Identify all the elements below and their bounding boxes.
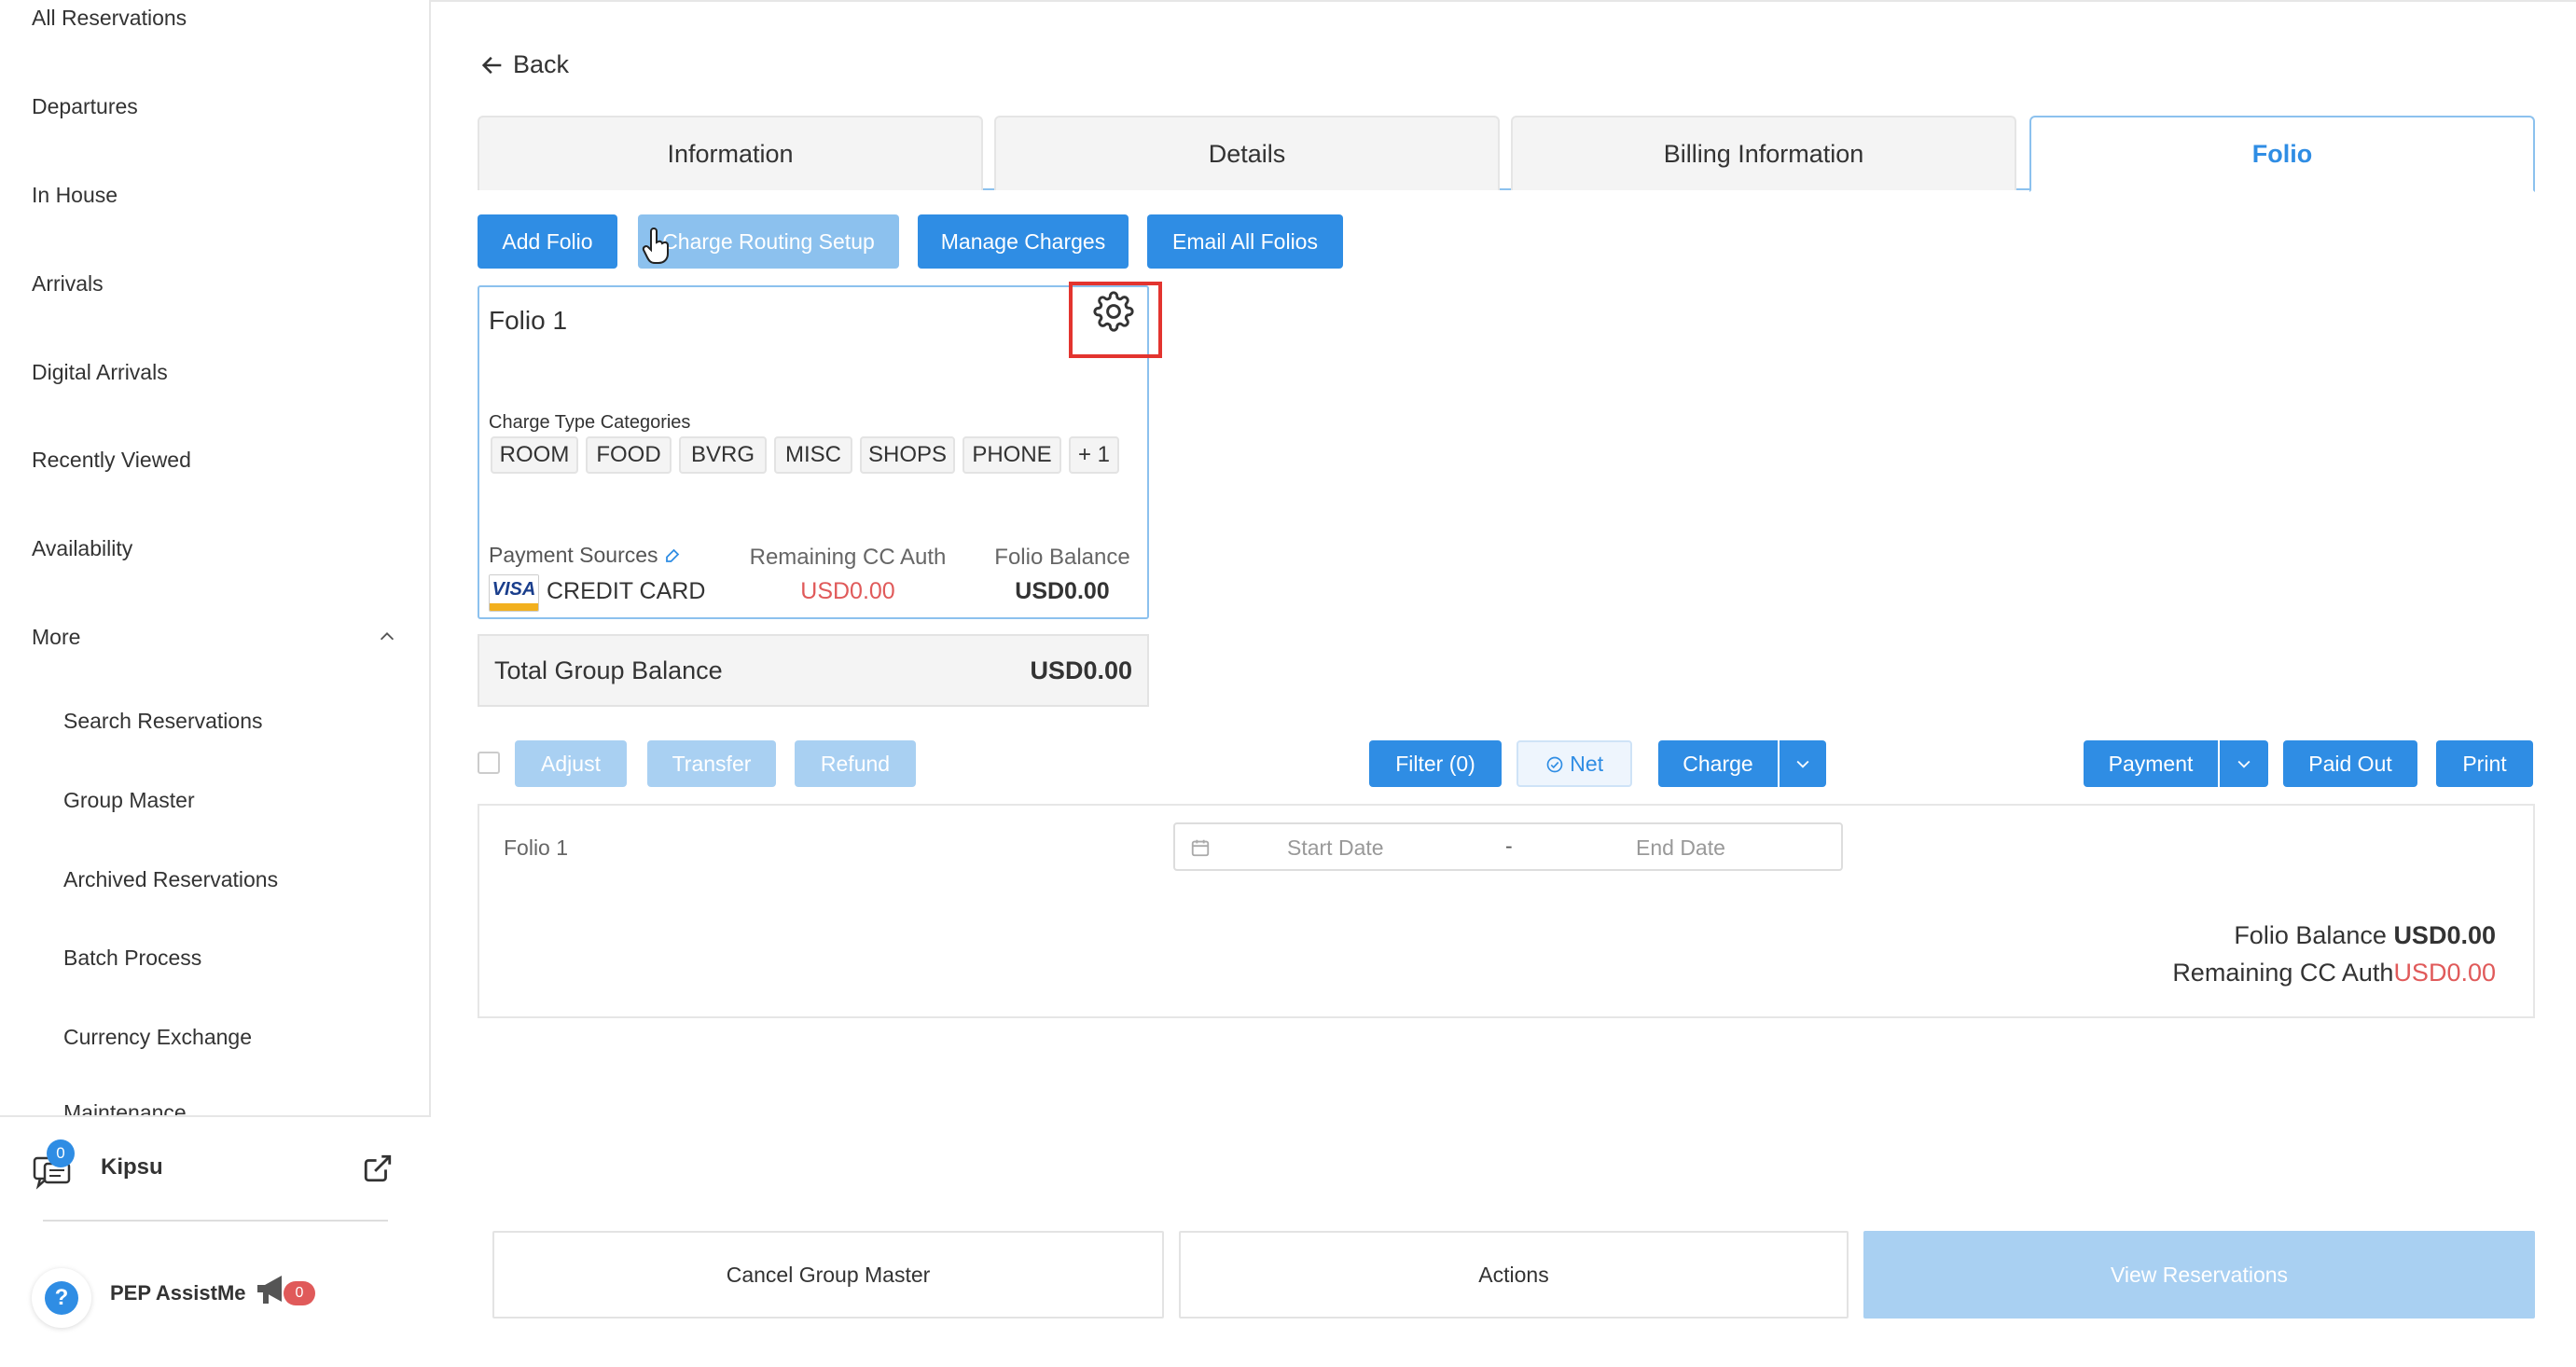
sidebar-item-all-reservations[interactable]: All Reservations	[32, 6, 187, 31]
net-label: Net	[1570, 752, 1604, 776]
paid-out-button[interactable]: Paid Out	[2283, 740, 2417, 787]
hand-pointer-icon	[642, 228, 669, 264]
sidebar-footer: 0 Kipsu ? PEP AssistMe 0	[0, 1115, 431, 1367]
back-label: Back	[513, 50, 570, 78]
end-date-input[interactable]: End Date	[1636, 835, 1725, 861]
add-folio-button[interactable]: Add Folio	[478, 214, 617, 269]
pep-assistme-label[interactable]: PEP AssistMe	[110, 1281, 246, 1305]
panel-folio-label: Folio 1	[504, 835, 569, 860]
net-toggle[interactable]: Net	[1517, 740, 1632, 787]
sidebar-item-recently-viewed[interactable]: Recently Viewed	[32, 448, 191, 473]
payment-dropdown[interactable]	[2218, 740, 2268, 787]
sidebar-item-availability[interactable]: Availability	[32, 536, 132, 561]
sidebar-item-batch-process[interactable]: Batch Process	[63, 946, 201, 971]
filter-button[interactable]: Filter (0)	[1369, 740, 1502, 787]
tab-folio[interactable]: Folio	[2029, 116, 2535, 192]
sidebar-item-archived-reservations[interactable]: Archived Reservations	[63, 867, 278, 892]
arrow-left-icon	[481, 56, 502, 74]
remaining-cc-auth-label: Remaining CC Auth	[749, 545, 947, 570]
print-button[interactable]: Print	[2436, 740, 2533, 787]
credit-card-label: CREDIT CARD	[547, 578, 706, 604]
select-all-checkbox[interactable]	[478, 752, 500, 774]
chip-bvrg: BVRG	[679, 436, 767, 474]
total-group-balance-value: USD0.00	[1030, 656, 1132, 684]
sidebar-item-in-house[interactable]: In House	[32, 183, 118, 208]
sidebar-item-arrivals[interactable]: Arrivals	[32, 271, 104, 297]
folio-detail-panel: Folio 1 Start Date - End Date Folio Bala…	[478, 804, 2535, 1018]
visa-card-icon: VISA	[489, 574, 539, 612]
charge-dropdown[interactable]	[1778, 740, 1826, 787]
total-group-balance: Total Group Balance USD0.00	[478, 634, 1149, 707]
adjust-button[interactable]: Adjust	[515, 740, 627, 787]
folio-balance-label: Folio Balance	[994, 545, 1130, 570]
sidebar-item-departures[interactable]: Departures	[32, 94, 138, 119]
chip-phone: PHONE	[963, 436, 1061, 474]
visa-logo-text: VISA	[490, 575, 538, 603]
tab-details[interactable]: Details	[994, 116, 1500, 190]
tab-billing-information[interactable]: Billing Information	[1511, 116, 2016, 190]
sidebar-item-digital-arrivals[interactable]: Digital Arrivals	[32, 360, 168, 385]
actions-button[interactable]: Actions	[1179, 1231, 1849, 1319]
panel-remaining-cc-auth: Remaining CC AuthUSD0.00	[2172, 959, 2496, 987]
total-group-balance-label: Total Group Balance	[494, 656, 723, 684]
calendar-icon	[1191, 839, 1210, 857]
remaining-cc-auth-value: USD0.00	[800, 578, 895, 604]
panel-remaining-value: USD0.00	[2393, 959, 2496, 987]
external-link-icon[interactable]	[362, 1153, 394, 1184]
tab-information[interactable]: Information	[478, 116, 983, 190]
start-date-input[interactable]: Start Date	[1287, 835, 1384, 861]
top-border	[431, 0, 2576, 2]
charge-routing-setup-button[interactable]: Charge Routing Setup	[638, 214, 899, 269]
view-reservations-button[interactable]: View Reservations	[1863, 1231, 2535, 1319]
help-button[interactable]: ?	[32, 1268, 91, 1328]
date-separator: -	[1505, 834, 1513, 858]
chip-food: FOOD	[586, 436, 672, 474]
folio-title: Folio 1	[489, 306, 568, 335]
email-all-folios-button[interactable]: Email All Folios	[1147, 214, 1343, 269]
chevron-down-icon	[2237, 760, 2251, 768]
back-link[interactable]: Back	[479, 50, 569, 79]
gear-icon[interactable]	[1093, 291, 1134, 332]
visa-stripe	[490, 603, 538, 611]
sidebar-item-group-master[interactable]: Group Master	[63, 788, 195, 813]
sidebar: All Reservations Departures In House Arr…	[0, 0, 431, 1367]
sidebar-item-more[interactable]: More	[32, 625, 80, 650]
payment-button[interactable]: Payment	[2084, 740, 2218, 787]
cancel-group-master-button[interactable]: Cancel Group Master	[492, 1231, 1164, 1319]
date-range-picker[interactable]: Start Date - End Date	[1173, 822, 1843, 871]
charge-button[interactable]: Charge	[1658, 740, 1778, 787]
help-icon: ?	[45, 1281, 78, 1315]
kipsu-count-badge: 0	[47, 1139, 75, 1167]
edit-icon[interactable]	[664, 547, 681, 564]
folio-balance-value: USD0.00	[1015, 578, 1110, 604]
chip-shops: SHOPS	[860, 436, 955, 474]
chip-more-count[interactable]: + 1	[1069, 436, 1119, 474]
manage-charges-button[interactable]: Manage Charges	[918, 214, 1129, 269]
transfer-button[interactable]: Transfer	[647, 740, 776, 787]
sidebar-item-currency-exchange[interactable]: Currency Exchange	[63, 1025, 252, 1050]
check-circle-icon	[1546, 756, 1563, 773]
sidebar-divider	[43, 1220, 388, 1222]
chevron-down-icon	[1796, 760, 1809, 768]
pep-count-badge: 0	[284, 1281, 315, 1305]
chevron-up-icon[interactable]	[377, 627, 397, 647]
panel-remaining-label: Remaining CC Auth	[2172, 959, 2394, 987]
charge-type-categories-label: Charge Type Categories	[489, 412, 691, 433]
folio-card[interactable]: Folio 1 Charge Type Categories ROOM FOOD…	[478, 282, 1162, 619]
chip-misc: MISC	[774, 436, 852, 474]
chip-room: ROOM	[491, 436, 578, 474]
kipsu-label[interactable]: Kipsu	[101, 1154, 163, 1181]
panel-folio-balance-value: USD0.00	[2393, 921, 2496, 949]
panel-folio-balance-label: Folio Balance	[2234, 921, 2387, 949]
payment-sources-text: Payment Sources	[489, 543, 658, 567]
panel-folio-balance: Folio Balance USD0.00	[2234, 921, 2496, 950]
refund-button[interactable]: Refund	[795, 740, 916, 787]
sidebar-item-search-reservations[interactable]: Search Reservations	[63, 709, 263, 734]
payment-sources-label: Payment Sources	[489, 543, 681, 568]
